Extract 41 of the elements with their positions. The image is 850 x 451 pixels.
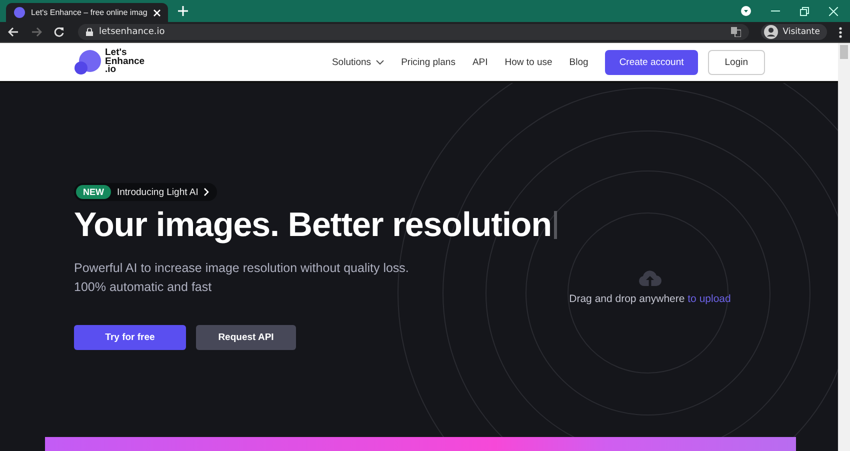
hero-subtitle: Powerful AI to increase image resolution without quality loss. 100% automatic and fast <box>74 260 409 296</box>
close-tab-icon[interactable] <box>153 8 162 16</box>
tab-title: Let's Enhance – free online imag <box>31 8 148 17</box>
chevron-right-icon <box>204 188 210 196</box>
restore-icon[interactable] <box>800 6 809 16</box>
cloud-upload-icon <box>638 270 662 287</box>
nav-dropdown[interactable]: Solutions <box>332 56 384 68</box>
logo-wordmark[interactable]: Let's Enhance .io <box>105 49 145 75</box>
more-menu-icon[interactable] <box>839 26 842 38</box>
new-tab-icon[interactable] <box>178 6 188 16</box>
try-for-free-button[interactable]: Try for free <box>74 325 186 350</box>
announcement-text: Introducing Light AI <box>117 186 198 198</box>
browser-tab[interactable]: Let's Enhance – free online imag <box>6 3 168 22</box>
chevron-down-icon <box>376 60 384 64</box>
create-account-button[interactable]: Create account <box>605 50 698 74</box>
logo-icon[interactable] <box>74 49 102 75</box>
reload-icon[interactable] <box>54 27 64 37</box>
person-icon <box>764 25 778 39</box>
dropdown-circle-icon[interactable] <box>741 6 751 16</box>
close-window-icon[interactable] <box>829 6 838 16</box>
upload-hint: Drag and drop anywhere to upload <box>569 293 731 305</box>
request-api-button[interactable]: Request API <box>196 325 296 350</box>
login-button[interactable]: Login <box>708 50 765 74</box>
new-badge: NEW <box>76 185 111 199</box>
translate-icon[interactable] <box>730 27 741 37</box>
nav-link[interactable]: How to use <box>504 56 552 68</box>
nav-link[interactable]: Blog <box>569 56 588 68</box>
upload-link[interactable]: to upload <box>688 293 731 305</box>
text-cursor-icon <box>554 211 558 239</box>
minimize-icon[interactable] <box>771 10 780 12</box>
site-favicon-icon <box>14 7 25 18</box>
lock-icon <box>86 28 93 36</box>
hero-heading: Your images. Better resolution <box>74 205 552 245</box>
profile-button[interactable]: Visitante <box>760 24 827 40</box>
announcement-pill[interactable]: NEW Introducing Light AI <box>74 183 218 201</box>
back-arrow-icon[interactable] <box>8 27 19 37</box>
nav-link[interactable]: Pricing plans <box>401 56 456 68</box>
address-field[interactable]: letsenhance.io <box>78 24 749 40</box>
scrollbar[interactable] <box>838 43 850 451</box>
nav-link[interactable]: API <box>472 56 488 68</box>
forward-arrow-icon[interactable] <box>31 27 42 37</box>
